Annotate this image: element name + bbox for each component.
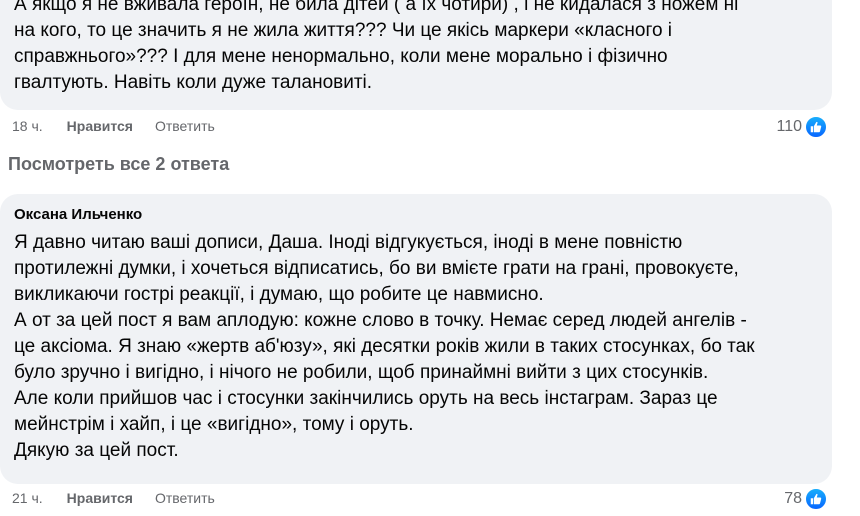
like-button[interactable]: Нравится	[67, 118, 133, 134]
thumbs-up-icon	[804, 115, 828, 139]
comment-text: Я давно читаю ваші дописи, Даша. Іноді в…	[14, 230, 755, 464]
reaction-count: 78	[784, 490, 802, 507]
comment-line: мейнстрім і хайп, і це «вигідно», тому і…	[14, 414, 414, 435]
comment-line: це аксіома. Я знаю «жертв аб'юзу», які д…	[14, 336, 755, 357]
comment-line: гвалтують. Навіть коли дуже талановиті.	[14, 72, 373, 93]
comment-actions: 21 ч. Нравится Ответить	[12, 490, 215, 506]
reactions-summary[interactable]: 110	[776, 115, 828, 139]
comments-thread: А якщо я не вживала героїн, не била діте…	[0, 0, 860, 516]
comment-line: протилежні думки, і хочеться відписатись…	[14, 258, 739, 279]
comment-line: Але коли прийшов час і стосунки закінчил…	[14, 388, 718, 409]
comment-actions: 18 ч. Нравится Ответить	[12, 118, 215, 134]
reply-button[interactable]: Ответить	[155, 490, 215, 506]
comment-line: було зручно і вигідно, і нічого не робил…	[14, 362, 709, 383]
comment-line: Я давно читаю ваші дописи, Даша. Іноді в…	[14, 232, 683, 253]
reactions-summary[interactable]: 78	[784, 487, 828, 511]
comment-line: викликаючи гострі реакції, і думаю, що р…	[14, 284, 544, 305]
thumbs-up-icon	[804, 487, 828, 511]
comment-text: А якщо я не вживала героїн, не била діте…	[14, 0, 738, 96]
reply-button[interactable]: Ответить	[155, 118, 215, 134]
reaction-count: 110	[776, 118, 802, 135]
comment-line: А якщо я не вживала героїн, не била діте…	[14, 0, 739, 15]
comment-line: на кого, то це значить я не жила життя??…	[14, 20, 673, 41]
comment-timestamp[interactable]: 21 ч.	[12, 490, 43, 506]
comment-timestamp[interactable]: 18 ч.	[12, 118, 43, 134]
comment-author[interactable]: Оксана Ильченко	[14, 206, 142, 223]
view-replies-link[interactable]: Посмотреть все 2 ответа	[8, 154, 229, 175]
comment-line: А от за цей пост я вам аплодую: кожне сл…	[14, 310, 747, 331]
comment-line: Дякую за цей пост.	[14, 440, 179, 461]
like-button[interactable]: Нравится	[67, 490, 133, 506]
comment-line: справжнього»??? І для мене ненормально, …	[14, 46, 668, 67]
